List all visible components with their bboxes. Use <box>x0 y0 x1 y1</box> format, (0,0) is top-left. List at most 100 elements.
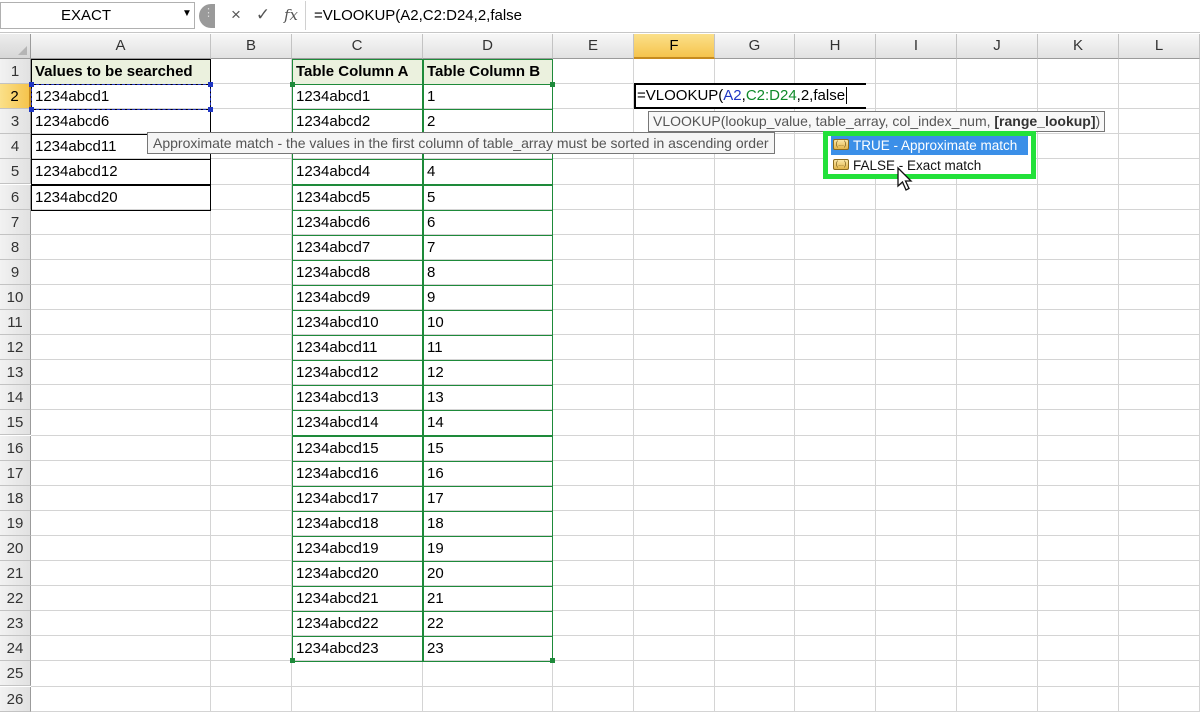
row-header-24[interactable]: 24 <box>0 636 31 662</box>
column-header-k[interactable]: K <box>1038 34 1119 59</box>
cell-c13[interactable]: 1234abcd12 <box>292 360 423 387</box>
cell-c1[interactable]: Table Column A <box>292 59 423 86</box>
row-header-26[interactable]: 26 <box>0 686 31 712</box>
row-header-5[interactable]: 5 <box>0 159 31 185</box>
syntax-function-name[interactable]: VLOOKUP( <box>653 113 725 129</box>
cell-d9[interactable]: 8 <box>423 259 553 286</box>
column-header-g[interactable]: G <box>715 34 795 59</box>
cell-c10[interactable]: 1234abcd9 <box>292 284 423 311</box>
cell-c23[interactable]: 1234abcd22 <box>292 611 423 638</box>
row-header-11[interactable]: 11 <box>0 310 31 336</box>
cell-c12[interactable]: 1234abcd11 <box>292 335 423 362</box>
row-header-17[interactable]: 17 <box>0 460 31 486</box>
cell-c2[interactable]: 1234abcd1 <box>292 84 423 111</box>
cell-c7[interactable]: 1234abcd6 <box>292 209 423 236</box>
cell-d14[interactable]: 13 <box>423 385 553 412</box>
cell-c11[interactable]: 1234abcd10 <box>292 310 423 337</box>
autocomplete-item-true[interactable]: (...) TRUE - Approximate match <box>831 136 1028 155</box>
range-resize-handle[interactable] <box>550 658 555 664</box>
cell-a6[interactable]: 1234abcd20 <box>31 184 211 211</box>
cell-d6[interactable]: 5 <box>423 184 553 211</box>
column-header-h[interactable]: H <box>795 34 876 59</box>
row-header-13[interactable]: 13 <box>0 360 31 386</box>
cell-a5[interactable]: 1234abcd12 <box>31 159 211 186</box>
cell-d18[interactable]: 17 <box>423 485 553 512</box>
row-header-6[interactable]: 6 <box>0 184 31 210</box>
range-resize-handle[interactable] <box>290 658 295 664</box>
row-header-14[interactable]: 14 <box>0 385 31 411</box>
cell-d11[interactable]: 10 <box>423 310 553 337</box>
row-header-10[interactable]: 10 <box>0 284 31 310</box>
row-header-1[interactable]: 1 <box>0 59 31 85</box>
cell-c5[interactable]: 1234abcd4 <box>292 159 423 186</box>
name-box[interactable]: EXACT ▼ <box>0 2 195 29</box>
cell-c24[interactable]: 1234abcd23 <box>292 636 423 663</box>
row-header-20[interactable]: 20 <box>0 535 31 561</box>
name-box-dropdown-icon[interactable]: ▼ <box>182 8 192 19</box>
cell-c16[interactable]: 1234abcd15 <box>292 435 423 462</box>
column-header-i[interactable]: I <box>876 34 957 59</box>
row-header-25[interactable]: 25 <box>0 661 31 687</box>
column-header-d[interactable]: D <box>423 34 553 59</box>
column-header-l[interactable]: L <box>1119 34 1200 59</box>
row-header-23[interactable]: 23 <box>0 611 31 637</box>
reference-resize-handle[interactable] <box>208 82 213 88</box>
reference-resize-handle[interactable] <box>208 107 213 113</box>
autocomplete-item-false[interactable]: (...) FALSE - Exact match <box>831 156 1028 175</box>
cell-c8[interactable]: 1234abcd7 <box>292 234 423 261</box>
cell-d16[interactable]: 15 <box>423 435 553 462</box>
row-header-22[interactable]: 22 <box>0 586 31 612</box>
row-header-16[interactable]: 16 <box>0 435 31 461</box>
function-syntax-tooltip[interactable]: VLOOKUP(lookup_value, table_array, col_i… <box>648 111 1106 132</box>
cell-d1[interactable]: Table Column B <box>423 59 553 86</box>
column-header-e[interactable]: E <box>553 34 634 59</box>
cell-d7[interactable]: 6 <box>423 209 553 236</box>
cell-f2-editor[interactable]: =VLOOKUP(A2,C2:D24,2,false <box>634 83 866 110</box>
insert-function-icon[interactable]: fx <box>279 3 303 27</box>
cell-d13[interactable]: 12 <box>423 360 553 387</box>
cell-d21[interactable]: 20 <box>423 561 553 588</box>
cell-d12[interactable]: 11 <box>423 335 553 362</box>
formula-input[interactable] <box>305 1 1198 30</box>
enter-icon[interactable]: ✓ <box>251 3 275 27</box>
row-header-8[interactable]: 8 <box>0 234 31 260</box>
cell-d22[interactable]: 21 <box>423 586 553 613</box>
cell-d24[interactable]: 23 <box>423 636 553 663</box>
column-header-j[interactable]: J <box>957 34 1038 59</box>
column-header-b[interactable]: B <box>211 34 292 59</box>
cancel-icon[interactable]: × <box>224 3 248 27</box>
row-header-3[interactable]: 3 <box>0 109 31 135</box>
row-header-18[interactable]: 18 <box>0 485 31 511</box>
column-header-f[interactable]: F <box>634 34 715 59</box>
cell-c19[interactable]: 1234abcd18 <box>292 510 423 537</box>
range-resize-handle[interactable] <box>290 82 295 88</box>
cell-c22[interactable]: 1234abcd21 <box>292 586 423 613</box>
range-resize-handle[interactable] <box>550 82 555 88</box>
cell-c17[interactable]: 1234abcd16 <box>292 460 423 487</box>
cell-c15[interactable]: 1234abcd14 <box>292 410 423 437</box>
cell-c6[interactable]: 1234abcd5 <box>292 184 423 211</box>
cell-d23[interactable]: 22 <box>423 611 553 638</box>
cell-d10[interactable]: 9 <box>423 284 553 311</box>
cell-d19[interactable]: 18 <box>423 510 553 537</box>
cell-d8[interactable]: 7 <box>423 234 553 261</box>
cell-c20[interactable]: 1234abcd19 <box>292 535 423 562</box>
select-all-corner[interactable] <box>0 34 31 59</box>
row-header-15[interactable]: 15 <box>0 410 31 436</box>
row-header-7[interactable]: 7 <box>0 209 31 235</box>
row-header-4[interactable]: 4 <box>0 134 31 160</box>
row-header-12[interactable]: 12 <box>0 335 31 361</box>
cell-c18[interactable]: 1234abcd17 <box>292 485 423 512</box>
cell-c9[interactable]: 1234abcd8 <box>292 259 423 286</box>
column-header-a[interactable]: A <box>31 34 211 59</box>
cell-c21[interactable]: 1234abcd20 <box>292 561 423 588</box>
row-header-19[interactable]: 19 <box>0 510 31 536</box>
row-header-2[interactable]: 2 <box>0 84 31 110</box>
cell-d17[interactable]: 16 <box>423 460 553 487</box>
cell-d20[interactable]: 19 <box>423 535 553 562</box>
cell-d15[interactable]: 14 <box>423 410 553 437</box>
row-header-21[interactable]: 21 <box>0 561 31 587</box>
cell-d2[interactable]: 1 <box>423 84 553 111</box>
cell-d5[interactable]: 4 <box>423 159 553 186</box>
reference-resize-handle[interactable] <box>29 82 34 88</box>
